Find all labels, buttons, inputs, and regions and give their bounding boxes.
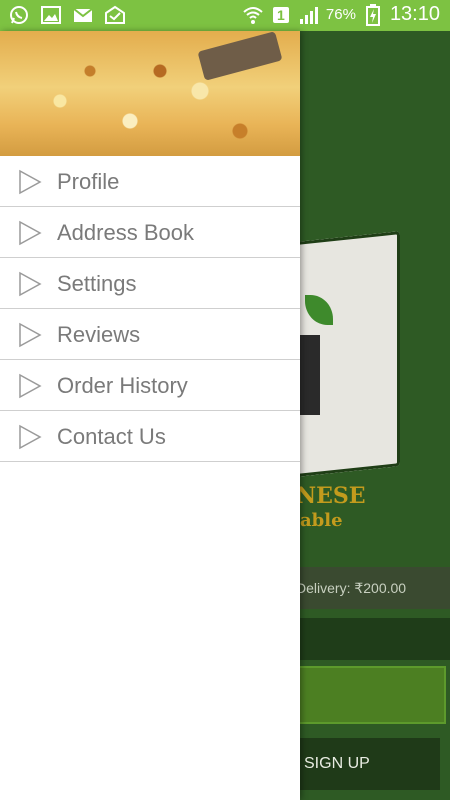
system-icons: 1 76% 13:10 (242, 3, 440, 26)
signup-button[interactable]: SIGN UP (296, 738, 440, 790)
status-bar: 1 76% 13:10 (0, 0, 450, 31)
play-triangle-icon (17, 322, 43, 348)
battery-charging-icon (362, 3, 384, 26)
menu-item-label: Profile (57, 169, 120, 194)
background-action-button[interactable] (296, 666, 446, 724)
menu-item-order-history[interactable]: Order History (0, 360, 300, 411)
menu-item-label: Contact Us (57, 424, 166, 449)
email-open-icon (104, 4, 126, 26)
whatsapp-icon (8, 4, 30, 26)
delivery-fee-text: Delivery: ₹200.00 (296, 567, 450, 609)
menu-item-settings[interactable]: Settings (0, 258, 300, 309)
sim-badge: 1 (270, 4, 292, 26)
play-triangle-icon (17, 424, 43, 450)
background-input-field[interactable] (296, 618, 450, 660)
play-triangle-icon (17, 271, 43, 297)
notification-icons (8, 4, 126, 26)
clock: 13:10 (389, 3, 440, 25)
drawer-menu: Profile Address Book Settings Reviews Or… (0, 156, 300, 462)
wifi-icon (242, 4, 264, 26)
drawer-header-image (0, 31, 300, 156)
sim-number: 1 (273, 6, 289, 23)
menu-item-contact-us[interactable]: Contact Us (0, 411, 300, 462)
pizza-server-image (197, 31, 283, 81)
signal-icon (298, 4, 320, 26)
navigation-drawer: Profile Address Book Settings Reviews Or… (0, 31, 300, 800)
menu-item-label: Address Book (57, 220, 194, 245)
play-triangle-icon (17, 220, 43, 246)
brand-name-partial: NESE (296, 483, 366, 509)
play-triangle-icon (17, 373, 43, 399)
menu-item-label: Settings (57, 271, 137, 296)
play-triangle-icon (17, 169, 43, 195)
menu-item-reviews[interactable]: Reviews (0, 309, 300, 360)
menu-item-profile[interactable]: Profile (0, 156, 300, 207)
gallery-icon (40, 4, 62, 26)
battery-percent: 76% (325, 6, 356, 23)
menu-item-address-book[interactable]: Address Book (0, 207, 300, 258)
mail-icon (72, 4, 94, 26)
brand-tagline-partial: able (300, 510, 343, 531)
menu-item-label: Reviews (57, 322, 141, 347)
menu-item-label: Order History (57, 373, 188, 398)
